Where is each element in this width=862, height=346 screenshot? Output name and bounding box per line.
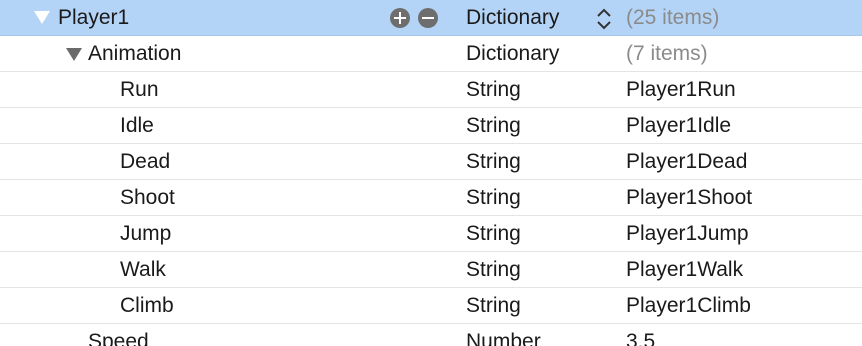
value-cell: (7 items) bbox=[626, 42, 708, 65]
value-cell[interactable]: Player1Shoot bbox=[626, 180, 752, 216]
plist-row-speed[interactable]: Speed Number 3.5 bbox=[0, 324, 862, 346]
plist-row[interactable]: Idle String Player1Idle bbox=[0, 108, 862, 144]
key-label[interactable]: Jump bbox=[120, 216, 171, 252]
remove-item-icon[interactable] bbox=[418, 8, 438, 28]
plist-row[interactable]: Dead String Player1Dead bbox=[0, 144, 862, 180]
key-label[interactable]: Speed bbox=[88, 324, 149, 346]
key-label[interactable]: Run bbox=[120, 72, 159, 108]
plist-row[interactable]: Walk String Player1Walk bbox=[0, 252, 862, 288]
type-cell[interactable]: Number bbox=[466, 324, 541, 346]
key-label[interactable]: Walk bbox=[120, 252, 166, 288]
type-cell[interactable]: String bbox=[466, 288, 521, 324]
disclosure-triangle-icon[interactable] bbox=[34, 0, 50, 36]
add-item-icon[interactable] bbox=[390, 8, 410, 28]
value-cell[interactable]: Player1Jump bbox=[626, 216, 749, 252]
type-cell[interactable]: Dictionary bbox=[466, 36, 559, 72]
value-cell[interactable]: Player1Run bbox=[626, 72, 736, 108]
key-label[interactable]: Shoot bbox=[120, 180, 175, 216]
plist-row[interactable]: Run String Player1Run bbox=[0, 72, 862, 108]
plist-row[interactable]: Shoot String Player1Shoot bbox=[0, 180, 862, 216]
value-cell[interactable]: Player1Dead bbox=[626, 144, 747, 180]
plist-row-player1[interactable]: Player1 Dictionary (25 items) bbox=[0, 0, 862, 36]
plist-row-animation[interactable]: Animation Dictionary (7 items) bbox=[0, 36, 862, 72]
key-label[interactable]: Player1 bbox=[58, 0, 129, 36]
type-cell[interactable]: String bbox=[466, 144, 521, 180]
plist-editor: Player1 Dictionary (25 items) Animation … bbox=[0, 0, 862, 346]
value-cell[interactable]: Player1Walk bbox=[626, 252, 743, 288]
type-cell[interactable]: String bbox=[466, 252, 521, 288]
disclosure-triangle-icon[interactable] bbox=[66, 36, 82, 72]
value-cell[interactable]: 3.5 bbox=[626, 324, 655, 346]
type-cell[interactable]: String bbox=[466, 72, 521, 108]
key-label[interactable]: Dead bbox=[120, 144, 170, 180]
type-cell[interactable]: String bbox=[466, 180, 521, 216]
key-label[interactable]: Idle bbox=[120, 108, 154, 144]
type-popup-chevron-icon[interactable] bbox=[596, 5, 612, 33]
value-cell: (25 items) bbox=[626, 6, 720, 29]
key-label[interactable]: Animation bbox=[88, 36, 181, 72]
type-cell[interactable]: String bbox=[466, 108, 521, 144]
type-cell[interactable]: Dictionary bbox=[466, 0, 559, 36]
key-label[interactable]: Climb bbox=[120, 288, 174, 324]
plist-row[interactable]: Jump String Player1Jump bbox=[0, 216, 862, 252]
value-cell[interactable]: Player1Idle bbox=[626, 108, 731, 144]
type-cell[interactable]: String bbox=[466, 216, 521, 252]
plist-row[interactable]: Climb String Player1Climb bbox=[0, 288, 862, 324]
value-cell[interactable]: Player1Climb bbox=[626, 288, 751, 324]
